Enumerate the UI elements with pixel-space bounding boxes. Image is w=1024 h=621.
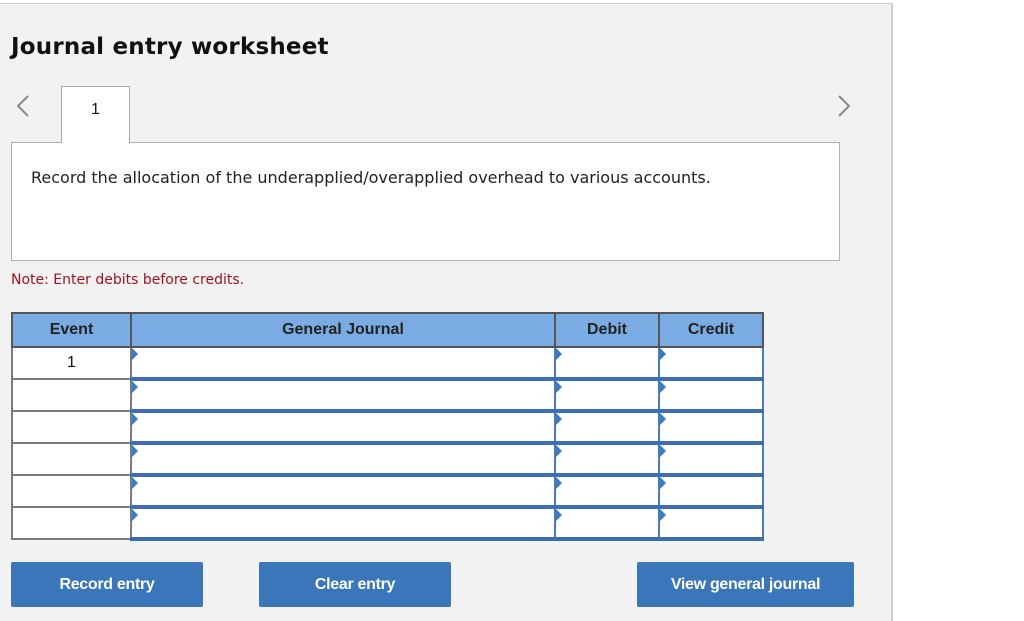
table-row [11, 410, 764, 445]
next-entry-button[interactable] [834, 92, 854, 120]
header-credit: Credit [658, 312, 764, 348]
table-row [11, 474, 764, 509]
credit-input[interactable] [658, 474, 764, 509]
credit-input[interactable] [658, 346, 764, 381]
event-cell [11, 474, 132, 508]
chevron-left-icon [16, 95, 29, 117]
prev-entry-button[interactable] [13, 92, 33, 120]
debit-input[interactable] [554, 442, 660, 477]
debit-input[interactable] [554, 474, 660, 509]
event-cell [11, 378, 132, 412]
table-row [11, 442, 764, 477]
instruction-text: Record the allocation of the underapplie… [31, 168, 711, 187]
credit-input[interactable] [658, 506, 764, 541]
record-entry-button[interactable]: Record entry [11, 562, 203, 607]
account-input[interactable] [130, 442, 556, 477]
account-input[interactable] [130, 346, 556, 381]
table-header-row: Event General Journal Debit Credit [11, 312, 764, 348]
instruction-box: Record the allocation of the underapplie… [11, 142, 840, 261]
page-title: Journal entry worksheet [11, 34, 329, 60]
event-cell [11, 410, 132, 444]
header-general-journal: General Journal [130, 312, 556, 348]
header-debit: Debit [554, 312, 660, 348]
debit-input[interactable] [554, 506, 660, 541]
worksheet-panel: Journal entry worksheet 1 Record the all… [0, 3, 893, 621]
credit-input[interactable] [658, 442, 764, 477]
event-cell [11, 506, 132, 540]
table-row: 1 [11, 346, 764, 381]
debit-input[interactable] [554, 410, 660, 445]
credit-input[interactable] [658, 378, 764, 413]
credit-input[interactable] [658, 410, 764, 445]
tab-entry-1[interactable]: 1 [61, 86, 130, 143]
clear-entry-button[interactable]: Clear entry [259, 562, 451, 607]
table-row [11, 506, 764, 541]
debit-input[interactable] [554, 378, 660, 413]
account-input[interactable] [130, 474, 556, 509]
account-input[interactable] [130, 410, 556, 445]
account-input[interactable] [130, 506, 556, 541]
journal-table: Event General Journal Debit Credit 1 [11, 312, 764, 541]
event-cell: 1 [11, 346, 132, 380]
view-general-journal-button[interactable]: View general journal [637, 562, 854, 607]
header-event: Event [11, 312, 132, 348]
table-row [11, 378, 764, 413]
account-input[interactable] [130, 378, 556, 413]
chevron-right-icon [838, 95, 851, 117]
debit-input[interactable] [554, 346, 660, 381]
event-cell [11, 442, 132, 476]
note-text: Note: Enter debits before credits. [11, 272, 245, 288]
